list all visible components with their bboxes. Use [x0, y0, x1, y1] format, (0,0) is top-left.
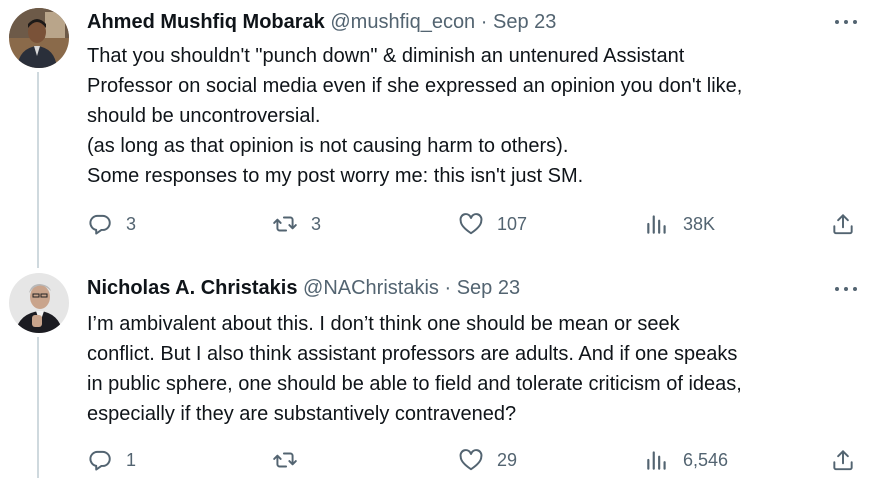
views-button[interactable]: 6,546: [644, 447, 728, 473]
views-button[interactable]: 38K: [644, 211, 715, 237]
avatar[interactable]: [9, 273, 69, 333]
thread-line: [37, 337, 39, 478]
retweet-button[interactable]: [272, 447, 311, 473]
more-icon[interactable]: [835, 286, 857, 292]
views-icon: [647, 215, 666, 234]
tweet-text: I’m ambivalent about this. I don’t think…: [87, 309, 856, 429]
views-icon: [647, 451, 666, 470]
tweet[interactable]: Nicholas A. Christakis @NAChristakis · S…: [0, 262, 874, 478]
tweet-header: Ahmed Mushfiq Mobarak @mushfiq_econ · Se…: [87, 9, 858, 35]
retweet-icon: [273, 452, 297, 468]
share-icon: [833, 214, 853, 235]
separator: ·: [444, 277, 452, 299]
like-button[interactable]: 29: [458, 447, 517, 473]
share-button[interactable]: [830, 447, 856, 473]
tweet-text-line: Professor on social media even if she ex…: [87, 75, 743, 97]
author-name[interactable]: Ahmed Mushfiq Mobarak: [87, 11, 325, 33]
views-count: 38K: [683, 213, 716, 234]
tweet-text-line: conflict. But I also think assistant pro…: [87, 343, 738, 365]
tweet-text-line: (as long as that opinion is not causing …: [87, 135, 569, 157]
reply-icon: [89, 450, 111, 471]
tweet-text-line: especially if they are substantively con…: [87, 403, 517, 425]
heart-icon: [459, 213, 483, 235]
more-icon[interactable]: [835, 19, 857, 25]
heart-icon: [459, 449, 483, 471]
tweet-header: Nicholas A. Christakis @NAChristakis · S…: [87, 275, 858, 301]
tweet-actions: 3 3 107 38K: [87, 211, 858, 237]
share-icon: [833, 450, 853, 471]
like-button[interactable]: 107: [458, 211, 527, 237]
retweet-button[interactable]: 3: [272, 211, 321, 237]
tweet-text-line: That you shouldn't "punch down" & dimini…: [87, 45, 685, 67]
tweet[interactable]: Ahmed Mushfiq Mobarak @mushfiq_econ · Se…: [0, 0, 874, 268]
author-handle[interactable]: @NAChristakis: [303, 277, 439, 299]
views-count: 6,546: [683, 449, 729, 470]
author-name[interactable]: Nicholas A. Christakis: [87, 277, 297, 299]
tweet-date[interactable]: Sep 23: [493, 11, 556, 33]
share-button[interactable]: [830, 211, 856, 237]
tweet-text: That you shouldn't "punch down" & dimini…: [87, 41, 856, 191]
retweet-icon: [273, 216, 297, 232]
avatar[interactable]: [9, 8, 69, 68]
like-count: 107: [497, 213, 528, 234]
tweet-text-line: I’m ambivalent about this. I don’t think…: [87, 313, 680, 335]
separator: ·: [480, 11, 488, 33]
tweet-date[interactable]: Sep 23: [457, 277, 520, 299]
reply-button[interactable]: 3: [87, 211, 136, 237]
reply-icon: [89, 214, 111, 235]
reply-button[interactable]: 1: [87, 447, 136, 473]
tweet-text-line: should be uncontroversial.: [87, 105, 321, 127]
reply-count: 3: [126, 213, 137, 234]
tweet-actions: 1 29 6,546: [87, 447, 858, 473]
tweet-text-line: in public sphere, one should be able to …: [87, 373, 742, 395]
tweet-text-line: Some responses to my post worry me: this…: [87, 165, 584, 187]
like-count: 29: [497, 449, 518, 470]
thread-line: [37, 72, 39, 268]
author-handle[interactable]: @mushfiq_econ: [330, 11, 475, 33]
reply-count: 1: [126, 449, 137, 470]
retweet-count: 3: [311, 213, 322, 234]
